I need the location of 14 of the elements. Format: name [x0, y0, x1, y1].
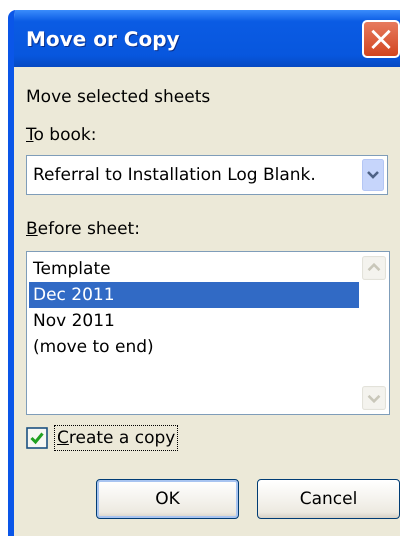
window-title: Move or Copy: [26, 26, 180, 50]
instruction-text: Move selected sheets: [26, 87, 212, 109]
close-button[interactable]: ×: [362, 20, 400, 58]
book-dropdown[interactable]: Referral to Installation Log Blank.: [26, 155, 388, 195]
cancel-button[interactable]: Cancel: [257, 479, 400, 519]
ok-button[interactable]: OK: [96, 479, 239, 519]
sheet-list-item[interactable]: Nov 2011: [29, 308, 359, 334]
before-sheet-label: Before sheet:: [26, 219, 141, 241]
sheet-list-item[interactable]: Dec 2011: [29, 282, 359, 308]
sheet-list-item[interactable]: Template: [29, 256, 359, 282]
to-book-label: To book:: [26, 125, 98, 147]
sheet-list-item[interactable]: (move to end): [29, 334, 359, 360]
checkbox[interactable]: [26, 427, 48, 449]
checkbox-label[interactable]: Create a copy: [54, 425, 178, 451]
